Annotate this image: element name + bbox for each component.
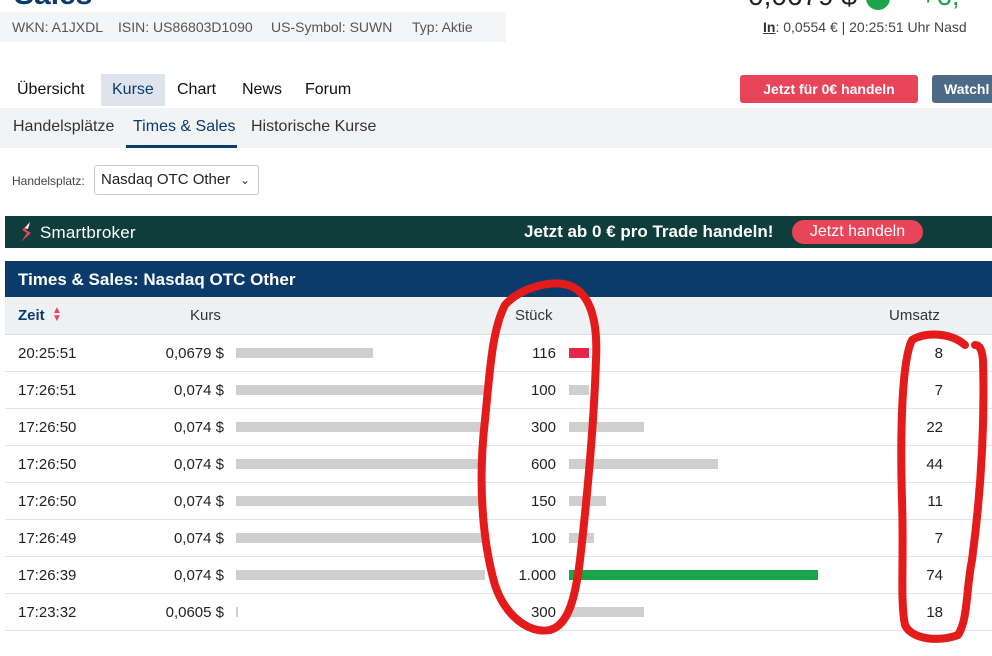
annotation-circle-turnover (897, 330, 988, 643)
red-annotation-overlay (477, 279, 988, 643)
annotation-circle-qty (477, 279, 601, 635)
